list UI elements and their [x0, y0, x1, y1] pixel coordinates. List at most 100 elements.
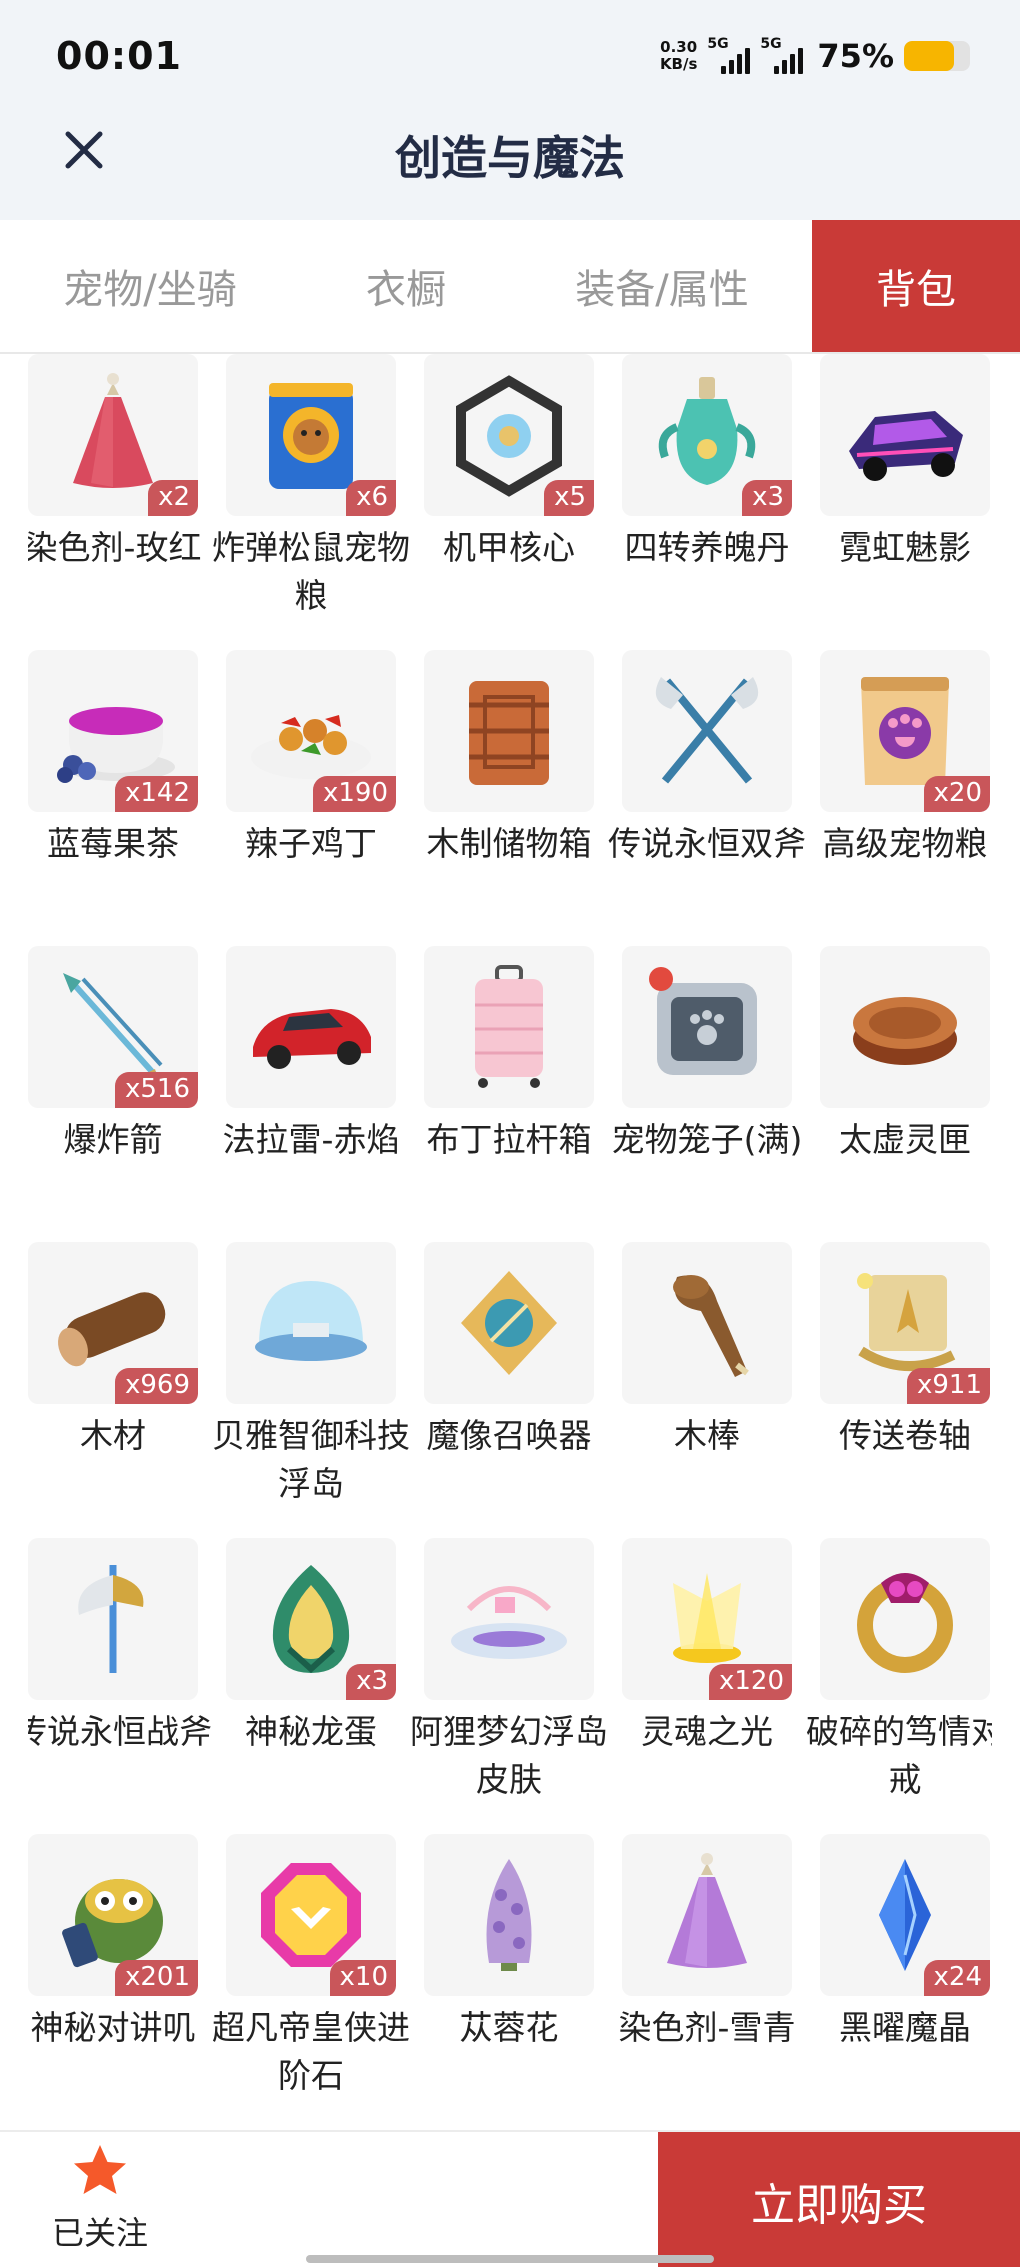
item-card[interactable]: x6 炸弹松鼠宠物粮	[212, 354, 410, 634]
item-thumbnail: x142	[28, 650, 198, 812]
follow-label: 已关注	[51, 2214, 148, 2252]
item-thumbnail	[424, 1242, 594, 1404]
dye-lilac-icon	[667, 1853, 747, 1968]
buy-now-button[interactable]: 立即购买	[658, 2132, 1020, 2267]
item-count-badge: x20	[923, 776, 990, 812]
item-card[interactable]: x24 黑曜魔晶	[820, 1834, 990, 2114]
item-name: 传说永恒战斧	[28, 1712, 212, 1751]
item-thumbnail	[226, 946, 396, 1108]
item-thumbnail	[820, 946, 990, 1108]
item-card[interactable]: 宠物笼子(满)	[612, 946, 802, 1226]
signal-icon: 5G	[707, 36, 751, 74]
item-thumbnail	[622, 650, 792, 812]
item-name: 苁蓉花	[459, 2008, 559, 2047]
tab-pets-mounts[interactable]: 宠物/坐骑	[0, 220, 300, 352]
item-card[interactable]: x3 神秘龙蛋	[226, 1538, 396, 1818]
item-name: 霓虹魅影	[839, 528, 971, 567]
tab-bar: 宠物/坐骑 衣橱 装备/属性 背包	[0, 220, 1020, 354]
item-card[interactable]: x142 蓝莓果茶	[28, 650, 198, 930]
item-card[interactable]: x190 辣子鸡丁	[226, 650, 396, 930]
item-card[interactable]: 木制储物箱	[424, 650, 594, 930]
item-name: 黑曜魔晶	[839, 2008, 971, 2047]
item-card[interactable]: x5 机甲核心	[424, 354, 594, 634]
item-name: 贝雅智御科技浮岛	[212, 1416, 410, 1503]
item-card[interactable]: x201 神秘对讲叽	[28, 1834, 198, 2114]
item-card[interactable]: x969 木材	[28, 1242, 198, 1522]
item-count-badge: x2	[148, 480, 198, 516]
item-name: 宠物笼子(满)	[611, 1120, 803, 1159]
item-thumbnail: x969	[28, 1242, 198, 1404]
item-card[interactable]: 贝雅智御科技浮岛	[212, 1242, 410, 1522]
broken-ring-icon	[857, 1573, 953, 1673]
item-card[interactable]: 法拉雷-赤焰	[223, 946, 399, 1226]
tab-wardrobe[interactable]: 衣橱	[300, 220, 512, 352]
item-card[interactable]: 太虚灵匣	[820, 946, 990, 1226]
item-name: 染色剂-玫红	[28, 528, 202, 567]
tab-backpack[interactable]: 背包	[812, 220, 1020, 352]
battery-fill	[904, 41, 954, 71]
item-card[interactable]: x2 染色剂-玫红	[28, 354, 201, 634]
home-indicator	[306, 2255, 714, 2263]
item-card[interactable]: x10 超凡帝皇侠进阶石	[212, 1834, 410, 2114]
item-card[interactable]: 苁蓉花	[424, 1834, 594, 2114]
item-name: 四转养魄丹	[624, 528, 790, 567]
item-thumbnail: x20	[820, 650, 990, 812]
header: 创造与魔法	[0, 110, 1020, 220]
item-name: 炸弹松鼠宠物粮	[212, 528, 410, 615]
spirit-box-icon	[853, 997, 957, 1065]
item-thumbnail: x6	[226, 354, 396, 516]
item-count-badge: x142	[114, 776, 198, 812]
item-card[interactable]: 布丁拉杆箱	[424, 946, 594, 1226]
item-name: 神秘对讲叽	[30, 2008, 196, 2047]
item-thumbnail	[622, 946, 792, 1108]
item-name: 传送卷轴	[839, 1416, 971, 1455]
item-thumbnail: x911	[820, 1242, 990, 1404]
item-card[interactable]: 魔像召唤器	[424, 1242, 594, 1522]
item-name: 机甲核心	[443, 528, 575, 567]
item-name: 木材	[80, 1416, 146, 1455]
cloud-island-icon	[451, 1586, 567, 1659]
item-card[interactable]: 染色剂-雪青	[619, 1834, 795, 2114]
item-thumbnail: x3	[622, 354, 792, 516]
item-name: 木棒	[674, 1416, 740, 1455]
cistanche-flower-icon	[486, 1859, 532, 1971]
item-count-badge: x3	[742, 480, 792, 516]
item-card[interactable]: 传说永恒双斧	[608, 650, 806, 930]
item-card[interactable]: 阿狸梦幻浮岛皮肤	[410, 1538, 608, 1818]
tab-equipment[interactable]: 装备/属性	[512, 220, 812, 352]
item-count-badge: x3	[346, 1664, 396, 1700]
item-thumbnail: x190	[226, 650, 396, 812]
item-card[interactable]: x120 灵魂之光	[622, 1538, 792, 1818]
item-name: 染色剂-雪青	[618, 2008, 796, 2047]
item-card[interactable]: x3 四转养魄丹	[622, 354, 792, 634]
status-bar: 00:01 0.30 KB/s 5G 5G 75%	[0, 0, 1020, 110]
item-thumbnail: x10	[226, 1834, 396, 1996]
item-name: 爆炸箭	[63, 1120, 163, 1159]
item-card[interactable]: 传说永恒战斧	[28, 1538, 212, 1818]
status-icons: 0.30 KB/s 5G 5G 75%	[660, 34, 970, 78]
double-axe-icon	[655, 677, 759, 784]
battle-axe-icon	[78, 1565, 144, 1673]
follow-button[interactable]: 已关注	[20, 2142, 180, 2262]
item-name: 超凡帝皇侠进阶石	[212, 2008, 410, 2095]
item-card[interactable]: x911 传送卷轴	[820, 1242, 990, 1522]
item-name: 木制储物箱	[426, 824, 592, 863]
pet-cage-icon	[649, 967, 757, 1075]
item-card[interactable]: x20 高级宠物粮	[820, 650, 990, 930]
item-card[interactable]: 木棒	[622, 1242, 792, 1522]
item-name: 法拉雷-赤焰	[222, 1120, 400, 1159]
item-thumbnail	[424, 1834, 594, 1996]
golem-summoner-icon	[461, 1271, 557, 1375]
item-name: 魔像召唤器	[426, 1416, 592, 1455]
item-name: 灵魂之光	[641, 1712, 773, 1751]
item-thumbnail	[226, 1242, 396, 1404]
item-card[interactable]: 破碎的笃情对戒	[806, 1538, 992, 1818]
item-card[interactable]: x516 爆炸箭	[28, 946, 198, 1226]
item-name: 布丁拉杆箱	[426, 1120, 592, 1159]
item-name: 高级宠物粮	[822, 824, 988, 863]
dome-island-icon	[255, 1281, 367, 1361]
item-thumbnail: x120	[622, 1538, 792, 1700]
item-thumbnail: x3	[226, 1538, 396, 1700]
item-card[interactable]: 霓虹魅影	[820, 354, 990, 634]
item-thumbnail	[622, 1242, 792, 1404]
